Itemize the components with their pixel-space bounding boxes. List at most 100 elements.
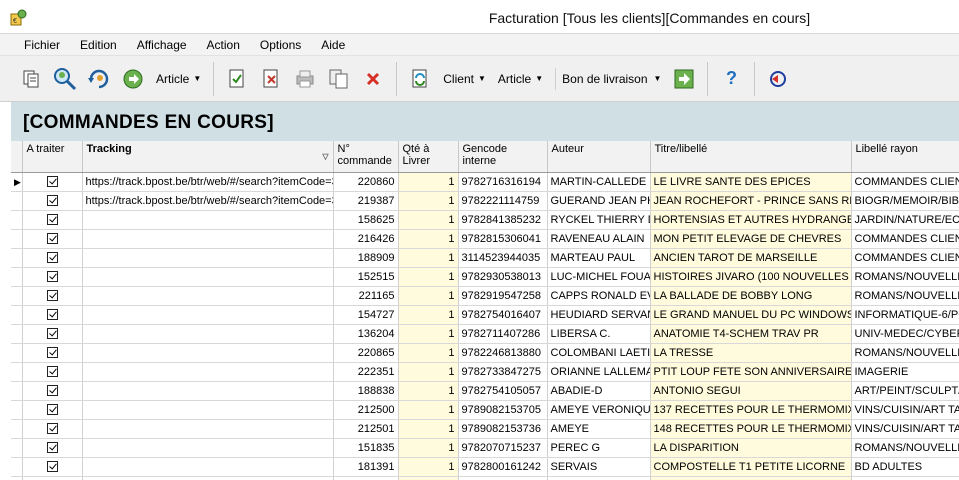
table-row[interactable]: 158625 1 9782841385232 RYCKEL THIERRY D HORT… bbox=[11, 210, 959, 230]
cell-titre[interactable]: LE LIVRE SANTE DES EPICES bbox=[650, 172, 852, 192]
cell-rayon[interactable]: COMMANDES CLIENT bbox=[851, 248, 959, 268]
cell-gencode[interactable]: 9789082153736 bbox=[458, 419, 548, 439]
delete-doc-icon[interactable] bbox=[257, 64, 285, 94]
col-a-traiter[interactable]: A traiter bbox=[22, 141, 83, 173]
row-indicator[interactable] bbox=[11, 286, 23, 306]
row-indicator[interactable] bbox=[11, 476, 23, 480]
row-indicator[interactable] bbox=[11, 381, 23, 401]
checkbox-checked-icon[interactable] bbox=[46, 214, 58, 226]
cell-titre[interactable]: HORTENSIAS ET AUTRES HYDRANGEAS bbox=[650, 210, 852, 230]
cell-auteur[interactable]: AMEYE VERONIQUE bbox=[547, 400, 651, 420]
cell-qte[interactable]: 1 bbox=[398, 419, 459, 439]
cell-qte[interactable]: 1 bbox=[398, 362, 459, 382]
col-gencode[interactable]: Gencode interne bbox=[458, 141, 548, 173]
row-indicator[interactable] bbox=[11, 191, 23, 211]
cell-numero[interactable] bbox=[333, 476, 399, 480]
cell-gencode[interactable]: 9782754105057 bbox=[458, 381, 548, 401]
cell-gencode[interactable]: 9789082153705 bbox=[458, 400, 548, 420]
table-row[interactable]: 212500 1 9789082153705 AMEYE VERONIQUE 137 R… bbox=[11, 400, 959, 420]
row-indicator[interactable] bbox=[11, 400, 23, 420]
checkbox-checked-icon[interactable] bbox=[46, 366, 58, 378]
a-traiter-checkbox[interactable] bbox=[22, 191, 83, 211]
cell-auteur[interactable]: MARTIN-CALLEDE G bbox=[547, 172, 651, 192]
menu-affichage[interactable]: Affichage bbox=[127, 38, 197, 52]
refresh-user-icon[interactable] bbox=[85, 64, 113, 94]
row-indicator[interactable] bbox=[11, 419, 23, 439]
cell-gencode[interactable]: 9782930538013 bbox=[458, 267, 548, 287]
cell-auteur[interactable]: PEREC G bbox=[547, 438, 651, 458]
table-row[interactable]: 188909 1 3114523944035 MARTEAU PAUL ANCIEN T… bbox=[11, 248, 959, 268]
cell-qte[interactable]: 1 bbox=[398, 381, 459, 401]
cell-tracking[interactable] bbox=[82, 343, 334, 363]
table-row[interactable]: https://track.bpost.be/btr/web/#/search?… bbox=[11, 191, 959, 211]
table-row[interactable]: 220865 1 9782246813880 COLOMBANI LAETIT LA T… bbox=[11, 343, 959, 363]
a-traiter-checkbox[interactable] bbox=[22, 400, 83, 420]
copy-doc-icon[interactable] bbox=[325, 64, 353, 94]
cell-tracking[interactable] bbox=[82, 324, 334, 344]
row-indicator[interactable] bbox=[11, 229, 23, 249]
cell-numero[interactable]: 188838 bbox=[333, 381, 399, 401]
cell-auteur[interactable]: LUC-MICHEL FOUAS bbox=[547, 267, 651, 287]
checkbox-checked-icon[interactable] bbox=[46, 442, 58, 454]
col-tracking[interactable]: Tracking ▽ bbox=[82, 141, 334, 173]
cell-qte[interactable]: 1 bbox=[398, 343, 459, 363]
col-qte-livrer[interactable]: Qté à Livrer bbox=[398, 141, 459, 173]
cell-gencode[interactable]: 9782754016407 bbox=[458, 305, 548, 325]
cell-rayon[interactable] bbox=[851, 476, 959, 480]
cell-numero[interactable]: 158625 bbox=[333, 210, 399, 230]
cell-gencode[interactable]: 3114523944035 bbox=[458, 248, 548, 268]
row-indicator[interactable] bbox=[11, 343, 23, 363]
menu-aide[interactable]: Aide bbox=[311, 38, 355, 52]
cell-auteur[interactable]: AMEYE bbox=[547, 419, 651, 439]
checkbox-checked-icon[interactable] bbox=[46, 176, 58, 188]
cell-rayon[interactable]: IMAGERIE bbox=[851, 362, 959, 382]
cell-titre[interactable]: LE GRAND MANUEL DU PC WINDOWS 7 bbox=[650, 305, 852, 325]
cell-gencode[interactable]: 9782919547258 bbox=[458, 286, 548, 306]
cell-tracking[interactable] bbox=[82, 286, 334, 306]
menu-fichier[interactable]: Fichier bbox=[14, 38, 70, 52]
row-indicator[interactable] bbox=[11, 210, 23, 230]
cell-numero[interactable]: 152515 bbox=[333, 267, 399, 287]
a-traiter-checkbox[interactable] bbox=[22, 286, 83, 306]
cell-tracking[interactable] bbox=[82, 457, 334, 477]
cell-tracking[interactable] bbox=[82, 229, 334, 249]
cell-auteur[interactable]: GUERAND JEAN PHI bbox=[547, 191, 651, 211]
cell-rayon[interactable]: ROMANS/NOUVELLI bbox=[851, 267, 959, 287]
table-row[interactable] bbox=[11, 476, 959, 480]
cell-numero[interactable]: 222351 bbox=[333, 362, 399, 382]
cell-rayon[interactable]: COMMANDES CLIENT bbox=[851, 229, 959, 249]
print-icon[interactable] bbox=[291, 64, 319, 94]
table-row[interactable]: 136204 1 9782711407286 LIBERSA C. ANATOMIE T… bbox=[11, 324, 959, 344]
cell-tracking[interactable] bbox=[82, 438, 334, 458]
a-traiter-checkbox[interactable] bbox=[22, 267, 83, 287]
cell-titre[interactable]: PTIT LOUP FETE SON ANNIVERSAIRE bbox=[650, 362, 852, 382]
cell-auteur[interactable]: HEUDIARD SERVAN bbox=[547, 305, 651, 325]
cell-numero[interactable]: 181391 bbox=[333, 457, 399, 477]
a-traiter-checkbox[interactable] bbox=[22, 248, 83, 268]
cell-qte[interactable]: 1 bbox=[398, 172, 459, 192]
cell-numero[interactable]: 136204 bbox=[333, 324, 399, 344]
cell-auteur[interactable]: RYCKEL THIERRY D bbox=[547, 210, 651, 230]
table-row[interactable]: 212501 1 9789082153736 AMEYE 148 RECETTES PO… bbox=[11, 419, 959, 439]
cell-tracking[interactable] bbox=[82, 305, 334, 325]
table-row[interactable]: 152515 1 9782930538013 LUC-MICHEL FOUAS HIST… bbox=[11, 267, 959, 287]
cell-tracking[interactable] bbox=[82, 381, 334, 401]
row-indicator[interactable] bbox=[11, 267, 23, 287]
cell-rayon[interactable]: VINS/CUISIN/ART TA bbox=[851, 400, 959, 420]
checkbox-checked-icon[interactable] bbox=[46, 385, 58, 397]
cell-titre[interactable]: 137 RECETTES POUR LE THERMOMIX (T4 bbox=[650, 400, 852, 420]
col-rayon[interactable]: Libellé rayon bbox=[851, 141, 959, 173]
col-titre[interactable]: Titre/libellé bbox=[650, 141, 852, 173]
cell-tracking[interactable] bbox=[82, 210, 334, 230]
cell-auteur[interactable]: RAVENEAU ALAIN bbox=[547, 229, 651, 249]
cell-gencode[interactable]: 9782800161242 bbox=[458, 457, 548, 477]
cell-auteur[interactable]: COLOMBANI LAETIT bbox=[547, 343, 651, 363]
cell-gencode[interactable]: 9782733847275 bbox=[458, 362, 548, 382]
cell-rayon[interactable]: ROMANS/NOUVELLI bbox=[851, 343, 959, 363]
cell-rayon[interactable]: ROMANS/NOUVELLI bbox=[851, 286, 959, 306]
cell-titre[interactable]: LA DISPARITION bbox=[650, 438, 852, 458]
a-traiter-checkbox[interactable] bbox=[22, 343, 83, 363]
cell-tracking[interactable] bbox=[82, 267, 334, 287]
cell-titre[interactable]: MON PETIT ELEVAGE DE CHEVRES bbox=[650, 229, 852, 249]
cell-gencode[interactable]: 9782716316194 bbox=[458, 172, 548, 192]
